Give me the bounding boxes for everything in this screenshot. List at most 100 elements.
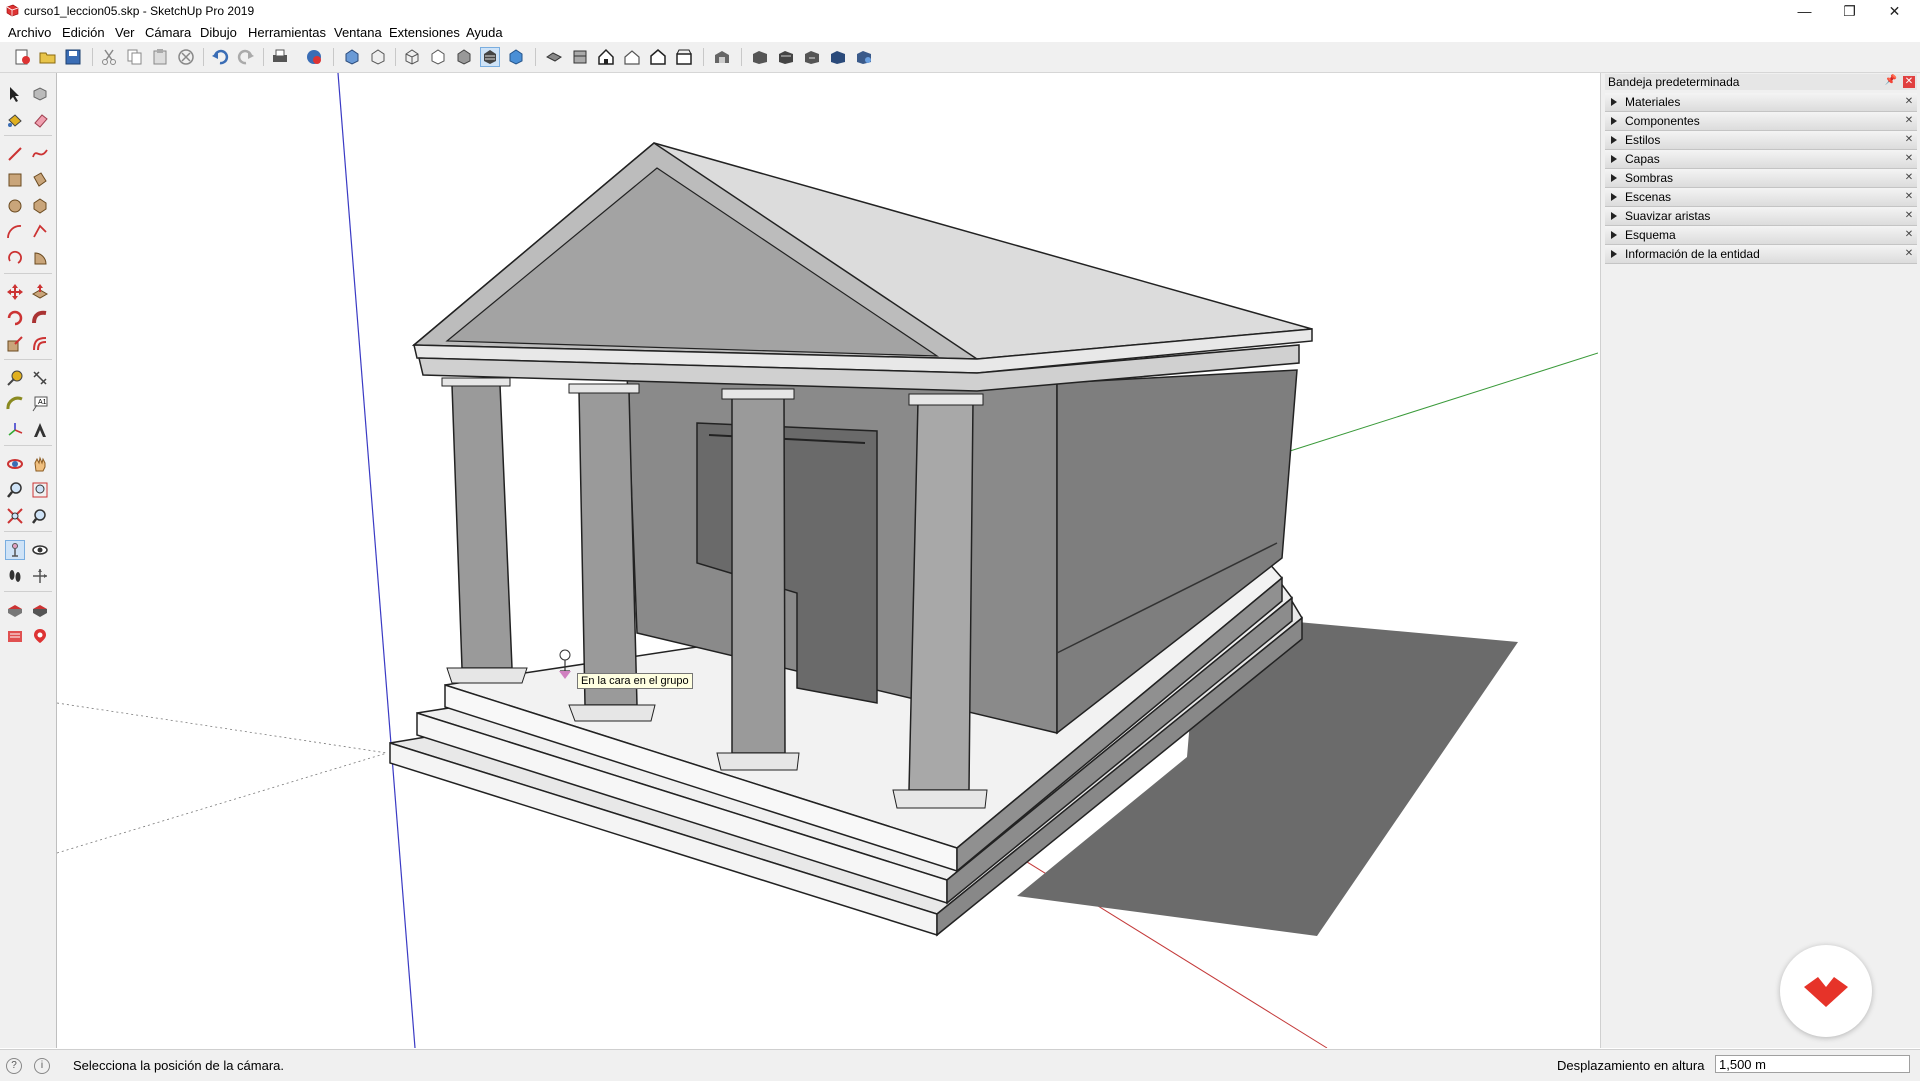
share-component-icon[interactable] (829, 48, 847, 66)
front-view-icon[interactable] (597, 48, 615, 66)
right-view-icon[interactable] (623, 48, 641, 66)
add-location-icon[interactable] (6, 627, 24, 645)
menu-ayuda[interactable]: Ayuda (466, 25, 503, 40)
move-icon[interactable] (6, 283, 24, 301)
xray-icon[interactable] (343, 48, 361, 66)
freehand-icon[interactable] (31, 145, 49, 163)
section-plane-icon[interactable] (31, 567, 49, 585)
polygon-icon[interactable] (31, 197, 49, 215)
panel-estilos[interactable]: Estilos ✕ (1605, 131, 1917, 150)
menu-camara[interactable]: Cámara (145, 25, 191, 40)
offset-icon[interactable] (31, 335, 49, 353)
select-arrow-icon[interactable] (6, 85, 24, 103)
panel-close-icon[interactable]: ✕ (1903, 191, 1915, 203)
two-point-arc-icon[interactable] (31, 223, 49, 241)
menu-herramientas[interactable]: Herramientas (248, 25, 326, 40)
look-around-icon[interactable] (31, 541, 49, 559)
panel-close-icon[interactable]: ✕ (1903, 172, 1915, 184)
panel-materiales[interactable]: Materiales ✕ (1605, 93, 1917, 112)
panel-suavizar-aristas[interactable]: Suavizar aristas ✕ (1605, 207, 1917, 226)
maximize-button[interactable]: ❐ (1827, 0, 1872, 22)
panel-close-icon[interactable]: ✕ (1903, 134, 1915, 146)
line-icon[interactable] (6, 145, 24, 163)
menu-edicion[interactable]: Edición (62, 25, 105, 40)
print-icon[interactable] (271, 48, 289, 66)
follow-me-icon[interactable] (31, 309, 49, 327)
share-model-icon[interactable] (803, 48, 821, 66)
sandbox-icon[interactable] (6, 601, 24, 619)
menu-ver[interactable]: Ver (115, 25, 135, 40)
zoom-extents-icon[interactable] (6, 507, 24, 525)
previous-view-icon[interactable] (31, 507, 49, 525)
shaded-icon[interactable] (455, 48, 473, 66)
panel-capas[interactable]: Capas ✕ (1605, 150, 1917, 169)
panel-close-icon[interactable]: ✕ (1903, 96, 1915, 108)
menu-archivo[interactable]: Archivo (8, 25, 51, 40)
3d-text-icon[interactable] (31, 421, 49, 439)
three-point-arc-icon[interactable] (6, 249, 24, 267)
push-pull-icon[interactable] (31, 283, 49, 301)
photo-match-icon[interactable] (31, 627, 49, 645)
pin-icon[interactable]: 📌 (1885, 75, 1897, 86)
layout-icon[interactable] (777, 48, 795, 66)
panel-escenas[interactable]: Escenas ✕ (1605, 188, 1917, 207)
panel-informacion-entidad[interactable]: Información de la entidad ✕ (1605, 245, 1917, 264)
dimension-icon[interactable] (31, 369, 49, 387)
copy-icon[interactable] (126, 48, 144, 66)
top-view-icon[interactable] (571, 48, 589, 66)
orbit-icon[interactable] (6, 455, 24, 473)
info-icon[interactable]: i (34, 1058, 50, 1074)
model-info-icon[interactable] (305, 48, 323, 66)
sandbox-scratch-icon[interactable] (31, 601, 49, 619)
panel-esquema[interactable]: Esquema ✕ (1605, 226, 1917, 245)
back-view-icon[interactable] (649, 48, 667, 66)
scale-icon[interactable] (6, 335, 24, 353)
pan-icon[interactable] (31, 455, 49, 473)
panel-componentes[interactable]: Componentes ✕ (1605, 112, 1917, 131)
tray-close-button[interactable]: ✕ (1903, 76, 1915, 88)
panel-close-icon[interactable]: ✕ (1903, 210, 1915, 222)
menu-ventana[interactable]: Ventana (334, 25, 382, 40)
panel-sombras[interactable]: Sombras ✕ (1605, 169, 1917, 188)
component-options-icon[interactable] (855, 48, 873, 66)
position-camera-icon[interactable] (5, 540, 25, 560)
erase-selection-icon[interactable] (177, 48, 195, 66)
panel-close-icon[interactable]: ✕ (1903, 153, 1915, 165)
wireframe-icon[interactable] (403, 48, 421, 66)
shaded-textures-icon[interactable] (480, 47, 500, 67)
circle-icon[interactable] (6, 197, 24, 215)
menu-extensiones[interactable]: Extensiones (389, 25, 460, 40)
cut-icon[interactable] (100, 48, 118, 66)
monochrome-icon[interactable] (507, 48, 525, 66)
protractor-icon[interactable] (6, 395, 24, 413)
redo-icon[interactable] (237, 48, 255, 66)
left-view-icon[interactable] (675, 48, 693, 66)
back-edges-icon[interactable] (369, 48, 387, 66)
panel-close-icon[interactable]: ✕ (1903, 115, 1915, 127)
text-icon[interactable]: A1 (31, 395, 49, 413)
axes-icon[interactable] (6, 421, 24, 439)
extension-warehouse-icon[interactable] (751, 48, 769, 66)
walk-icon[interactable] (6, 567, 24, 585)
undo-icon[interactable] (211, 48, 229, 66)
measurements-input[interactable] (1715, 1055, 1910, 1073)
hidden-line-icon[interactable] (429, 48, 447, 66)
menu-dibujo[interactable]: Dibujo (200, 25, 237, 40)
rectangle-icon[interactable] (6, 171, 24, 189)
geolocation-icon[interactable]: ? (6, 1058, 22, 1074)
panel-close-icon[interactable]: ✕ (1903, 248, 1915, 260)
zoom-icon[interactable] (6, 481, 24, 499)
iso-view-icon[interactable] (545, 48, 563, 66)
pie-icon[interactable] (31, 249, 49, 267)
close-window-button[interactable]: ✕ (1872, 0, 1917, 22)
eraser-icon[interactable] (31, 111, 49, 129)
panel-close-icon[interactable]: ✕ (1903, 229, 1915, 241)
new-model-icon[interactable] (13, 48, 31, 66)
model-viewport[interactable]: En la cara en el grupo (57, 73, 1598, 1048)
minimize-button[interactable]: — (1782, 0, 1827, 22)
save-icon[interactable] (64, 48, 82, 66)
rotate-icon[interactable] (6, 309, 24, 327)
paint-bucket-icon[interactable] (6, 111, 24, 129)
rotated-rectangle-icon[interactable] (31, 171, 49, 189)
paste-icon[interactable] (151, 48, 169, 66)
